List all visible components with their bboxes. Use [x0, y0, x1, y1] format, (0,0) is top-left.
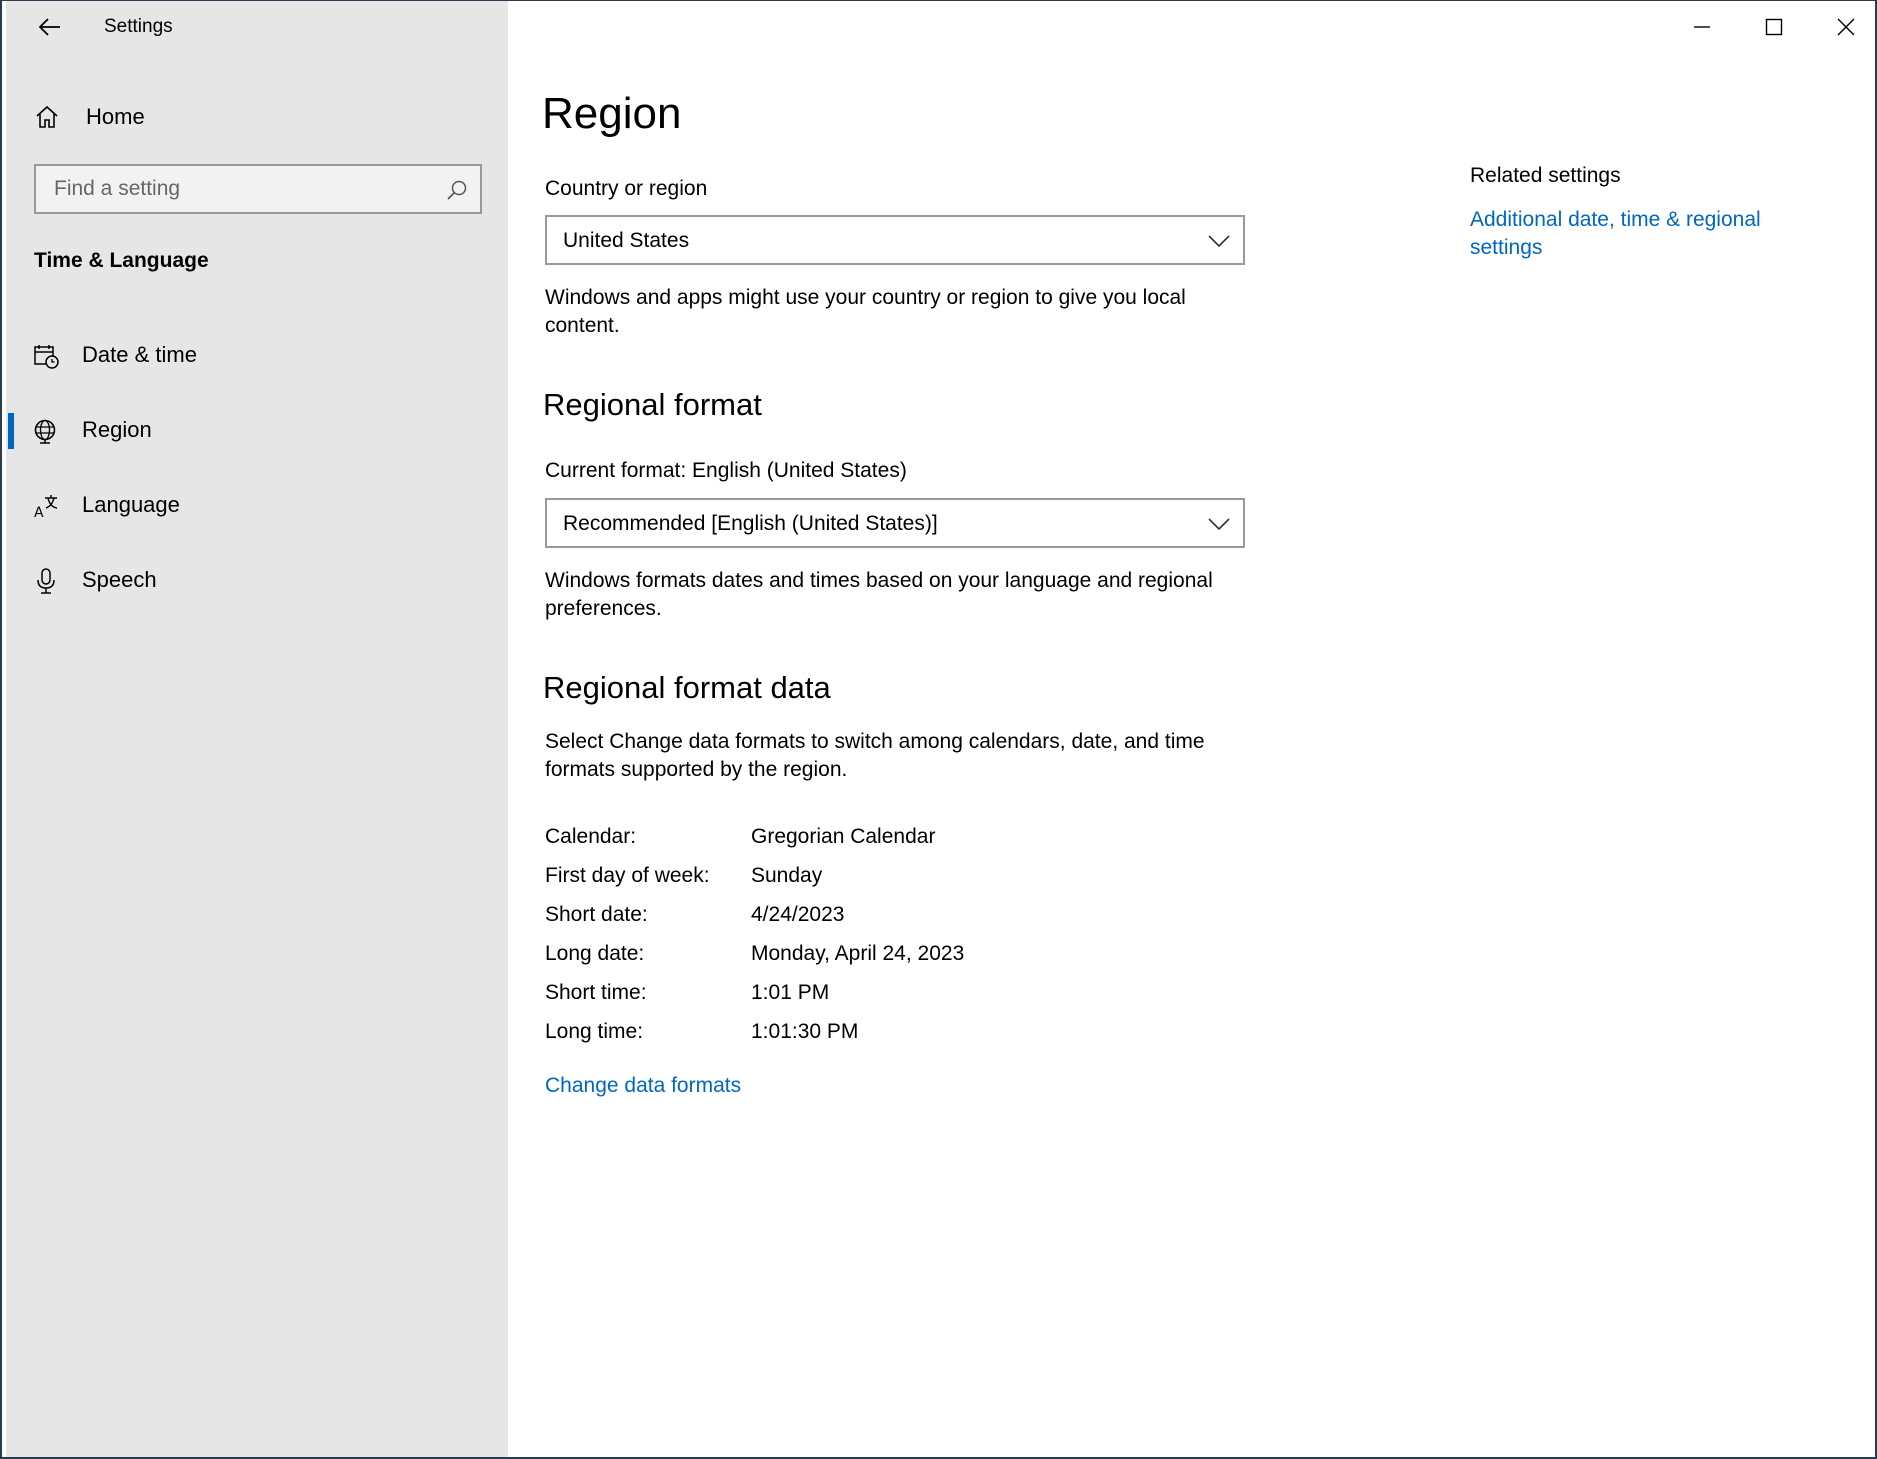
format-value: Sunday — [751, 864, 823, 887]
format-value: 1:01 PM — [751, 981, 830, 1004]
additional-date-time-regional-link[interactable]: Additional date, time & regional setting… — [1470, 206, 1830, 262]
format-value: 4/24/2023 — [751, 903, 845, 926]
format-data-description: Select Change data formats to switch amo… — [545, 730, 1205, 781]
page-title: Region — [542, 89, 682, 138]
change-data-formats-link[interactable]: Change data formats — [545, 1074, 741, 1098]
sidebar-item-label: Region — [82, 417, 152, 442]
selected-indicator — [8, 413, 14, 449]
sidebar-item-date-time[interactable]: Date & time — [6, 326, 508, 386]
calendar-clock-icon — [32, 342, 60, 370]
globe-icon — [32, 417, 60, 445]
sidebar: Settings Home Time & Language — [6, 1, 508, 1457]
microphone-icon — [32, 567, 60, 595]
search-input[interactable] — [52, 176, 436, 202]
svg-text:A: A — [34, 505, 44, 519]
regional-format-dropdown[interactable]: Recommended [English (United States)] — [545, 498, 1245, 548]
sidebar-item-speech[interactable]: Speech — [6, 551, 508, 611]
section-title: Time & Language — [34, 249, 209, 272]
format-key: Short date: — [545, 903, 648, 926]
sidebar-item-region[interactable]: Region — [6, 401, 508, 461]
settings-window: Settings Home Time & Language — [0, 0, 1877, 1459]
chevron-down-icon — [1208, 235, 1230, 248]
chevron-down-icon — [1208, 518, 1230, 531]
back-button[interactable] — [28, 7, 72, 47]
format-value: 1:01:30 PM — [751, 1020, 859, 1043]
format-key: Long date: — [545, 942, 645, 965]
app-title: Settings — [104, 16, 173, 37]
sidebar-item-label: Date & time — [82, 342, 197, 367]
sidebar-item-label: Language — [82, 492, 180, 517]
search-icon[interactable] — [446, 179, 468, 201]
related-settings-heading: Related settings — [1470, 164, 1621, 187]
format-data-heading: Regional format data — [543, 670, 831, 705]
search-box — [34, 164, 482, 214]
sidebar-item-home[interactable]: Home — [30, 97, 145, 137]
main-content: Region Country or region United States W… — [508, 1, 1875, 1457]
dropdown-value: United States — [563, 229, 690, 252]
country-dropdown[interactable]: United States — [545, 215, 1245, 265]
regional-format-description: Windows formats dates and times based on… — [545, 569, 1213, 620]
format-key: Long time: — [545, 1020, 644, 1043]
format-value: Monday, April 24, 2023 — [751, 942, 965, 965]
sidebar-item-language[interactable]: A Language — [6, 476, 508, 536]
format-key: First day of week: — [545, 864, 710, 887]
format-value: Gregorian Calendar — [751, 825, 936, 848]
country-label: Country or region — [545, 177, 708, 200]
sidebar-item-label: Speech — [82, 567, 157, 592]
home-icon — [30, 100, 64, 134]
current-format-label: Current format: English (United States) — [545, 459, 907, 482]
format-key: Short time: — [545, 981, 647, 1004]
dropdown-value: Recommended [English (United States)] — [563, 512, 938, 535]
regional-format-heading: Regional format — [543, 387, 762, 422]
back-arrow-icon — [39, 18, 60, 36]
language-icon: A — [32, 492, 60, 520]
sidebar-item-label: Home — [86, 104, 145, 129]
format-key: Calendar: — [545, 825, 637, 848]
country-description: Windows and apps might use your country … — [545, 286, 1186, 337]
